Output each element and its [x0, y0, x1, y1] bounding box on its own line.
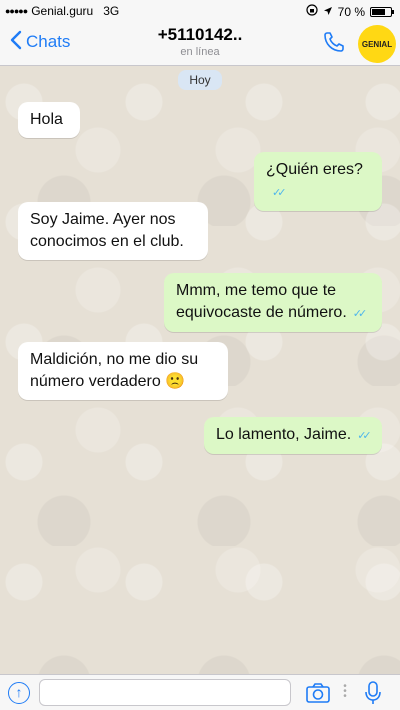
message-list[interactable]: Hoy Hola ¿Quién eres? ✓✓ Soy Jaime. Ayer … [0, 66, 400, 674]
message-text: Hola [30, 111, 63, 128]
battery-icon [370, 6, 394, 17]
location-arrow-icon [323, 5, 333, 19]
carrier-name: Genial.guru [31, 4, 94, 18]
back-label: Chats [26, 32, 71, 51]
incoming-message[interactable]: Hola [18, 102, 80, 138]
status-bar: ●●●●● Genial.guru 3G 70 % [0, 0, 400, 22]
outgoing-message[interactable]: ¿Quién eres? ✓✓ [254, 152, 382, 211]
battery-percent: 70 % [337, 4, 365, 19]
incoming-message[interactable]: Soy Jaime. Ayer nos conocimos en el club… [18, 202, 208, 260]
date-separator: Hoy [178, 70, 222, 90]
brand-logo: GENIAL [358, 25, 396, 63]
message-text: Maldición, no me dio su número verdadero… [30, 351, 199, 390]
read-receipt-icon: ✓✓ [352, 308, 368, 320]
chat-header: +5110142.. en línea Chats GENIAL [0, 22, 400, 66]
outgoing-message[interactable]: Mmm, me temo que te equivocaste de númer… [164, 273, 382, 332]
orientation-lock-icon [306, 4, 318, 19]
message-composer: ↑ • • • [0, 674, 400, 710]
signal-strength-icon: ●●●●● [5, 6, 28, 16]
attach-arrow-up-icon[interactable]: ↑ [8, 682, 30, 704]
message-text: Mmm, me temo que te equivocaste de númer… [176, 282, 347, 321]
outgoing-message[interactable]: Lo lamento, Jaime. ✓✓ [204, 417, 382, 454]
phone-icon[interactable] [322, 30, 346, 54]
message-input[interactable] [39, 679, 291, 706]
read-receipt-icon: ✓✓ [272, 187, 287, 199]
back-button[interactable]: Chats [10, 30, 70, 54]
message-text: Lo lamento, Jaime. [216, 426, 352, 443]
incoming-message[interactable]: Maldición, no me dio su número verdadero… [18, 342, 228, 400]
read-receipt-icon: ✓✓ [357, 430, 372, 442]
camera-icon[interactable] [305, 682, 331, 704]
separator-dots: • • • [343, 681, 347, 702]
message-text: Soy Jaime. Ayer nos conocimos en el club… [30, 211, 184, 250]
chevron-left-icon [10, 30, 22, 54]
message-text: ¿Quién eres? [266, 161, 363, 178]
microphone-icon[interactable] [363, 680, 383, 706]
network-type: 3G [103, 4, 120, 18]
